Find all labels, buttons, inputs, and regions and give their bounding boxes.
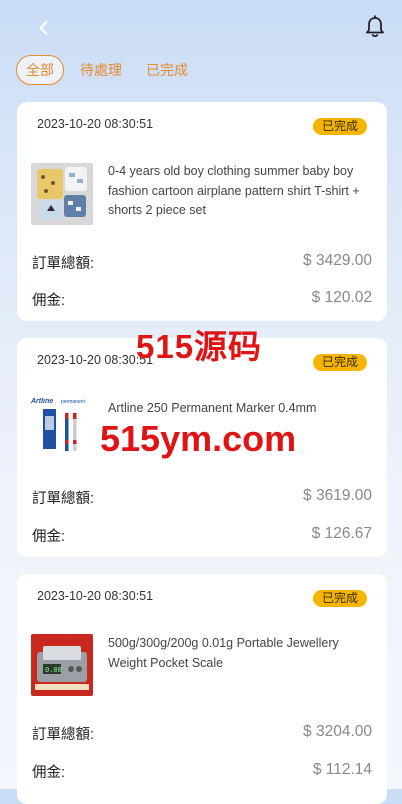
commission-value: $ 126.67 <box>311 525 372 542</box>
commission-value: $ 112.14 <box>312 761 372 778</box>
product-name[interactable]: Artline 250 Permanent Marker 0.4mm <box>108 399 370 419</box>
status-badge: 已完成 <box>312 590 367 607</box>
order-total-label: 訂單總額: <box>32 491 95 507</box>
order-total-label: 訂單總額: <box>32 256 95 272</box>
product-thumbnail[interactable]: 0.00 <box>31 634 93 696</box>
chevron-left-icon[interactable] <box>32 16 56 40</box>
product-name[interactable]: 500g/300g/200g 0.01g Portable Jewellery … <box>108 634 370 673</box>
order-total-label: 訂單總額: <box>32 727 95 743</box>
status-badge: 已完成 <box>312 118 367 135</box>
commission-label: 佣金: <box>32 765 66 781</box>
order-total-value: $ 3204.00 <box>303 723 372 740</box>
product-thumbnail[interactable] <box>31 163 93 225</box>
order-date: 2023-10-20 08:30:51 <box>37 589 154 603</box>
tab-pending[interactable]: 待處理 <box>72 56 130 84</box>
thumb-brand-text: Artline <box>31 398 54 405</box>
commission-value: $ 120.02 <box>311 289 372 306</box>
thumb-sub-text: permanent <box>61 399 85 405</box>
order-card[interactable]: 2023-10-20 08:30:51 已完成 0-4 years old bo… <box>17 102 387 321</box>
product-thumbnail[interactable]: Artline permanent <box>31 398 93 460</box>
watermark-text: 515源码 <box>136 328 263 365</box>
status-tabs: 全部 待處理 已完成 <box>16 55 196 85</box>
order-total-value: $ 3429.00 <box>303 252 372 269</box>
order-total-value: $ 3619.00 <box>303 487 372 504</box>
commission-label: 佣金: <box>32 529 66 545</box>
order-date: 2023-10-20 08:30:51 <box>37 117 154 131</box>
tab-completed[interactable]: 已完成 <box>138 56 196 84</box>
order-card[interactable]: 2023-10-20 08:30:51 已完成 0.00 500g/300g/2… <box>17 574 387 804</box>
commission-label: 佣金: <box>32 293 66 309</box>
top-bar <box>0 0 402 56</box>
watermark-url: 515ym.com <box>100 418 297 459</box>
product-name[interactable]: 0-4 years old boy clothing summer baby b… <box>108 162 370 221</box>
svg-text:0.00: 0.00 <box>45 667 62 675</box>
tab-all[interactable]: 全部 <box>16 55 64 85</box>
bell-icon[interactable] <box>364 15 386 39</box>
status-badge: 已完成 <box>312 354 367 371</box>
